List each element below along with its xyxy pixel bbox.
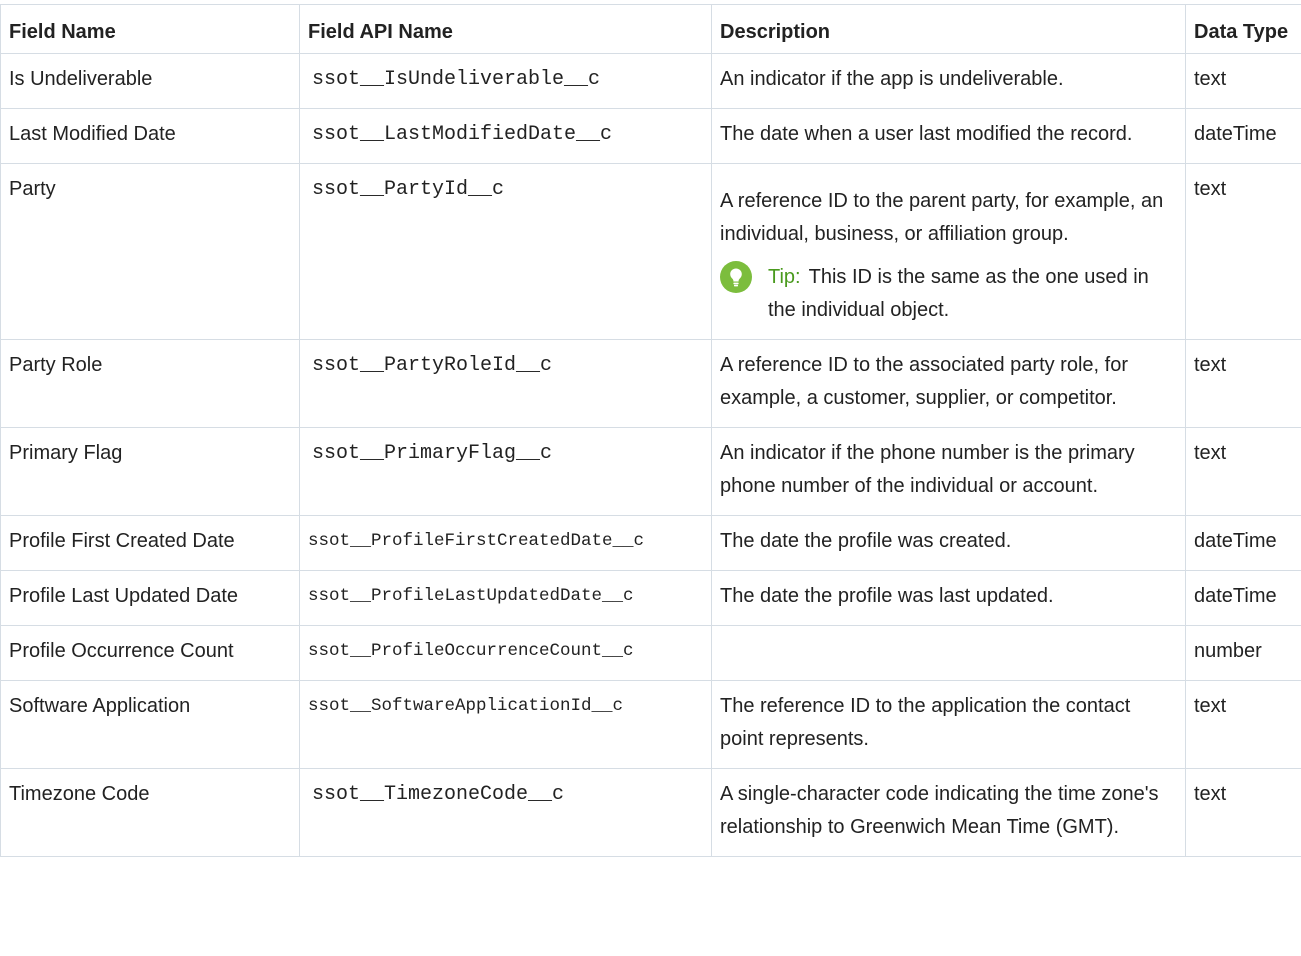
api-name-text: ssot__IsUndeliverable__c [312,68,601,91]
table-row: Is Undeliverable ssot__IsUndeliverable__… [0,53,1301,109]
description-text: A reference ID to the parent party, for … [720,190,1164,245]
table-row: Timezone Code ssot__TimezoneCode__c A si… [0,768,1301,857]
tip-label: Tip: [768,266,801,288]
table-row: Profile Occurrence Count ssot__ProfileOc… [0,625,1301,681]
api-name-cell: ssot__IsUndeliverable__c [299,53,712,109]
lightbulb-icon [720,261,752,293]
document-body: Field Name Field API Name Description Da… [0,0,1301,857]
api-name-cell: ssot__PrimaryFlag__c [299,427,712,516]
table-header-row: Field Name Field API Name Description Da… [0,4,1301,54]
table-row: Party Role ssot__PartyRoleId__c A refere… [0,339,1301,428]
api-name-text: ssot__PrimaryFlag__c [312,442,553,465]
api-name-text: ssot__LastModifiedDate__c [312,123,613,146]
table-row: Party ssot__PartyId__c A reference ID to… [0,163,1301,340]
description-cell: The reference ID to the application the … [711,680,1186,769]
api-name-text: ssot__ProfileOccurrenceCount__c [308,641,634,661]
api-name-text: ssot__SoftwareApplicationId__c [308,696,624,716]
field-name-cell: Last Modified Date [0,108,300,164]
data-type-cell: text [1185,427,1301,516]
data-type-cell: dateTime [1185,108,1301,164]
description-cell: An indicator if the phone number is the … [711,427,1186,516]
data-type-cell: text [1185,680,1301,769]
field-name-cell: Party [0,163,300,340]
api-name-cell: ssot__LastModifiedDate__c [299,108,712,164]
api-name-text: ssot__ProfileLastUpdatedDate__c [308,586,634,606]
data-type-cell: dateTime [1185,515,1301,571]
data-type-cell: text [1185,53,1301,109]
api-name-text: ssot__PartyId__c [312,178,505,201]
api-name-cell: ssot__SoftwareApplicationId__c [299,680,712,769]
description-cell: An indicator if the app is undeliverable… [711,53,1186,109]
api-name-cell: ssot__ProfileFirstCreatedDate__c [299,515,712,571]
api-name-cell: ssot__ProfileLastUpdatedDate__c [299,570,712,626]
data-type-cell: text [1185,163,1301,340]
description-cell: A reference ID to the associated party r… [711,339,1186,428]
table-row: Software Application ssot__SoftwareAppli… [0,680,1301,769]
description-cell: The date the profile was last updated. [711,570,1186,626]
description-cell: The date the profile was created. [711,515,1186,571]
data-type-cell: dateTime [1185,570,1301,626]
description-cell [711,625,1186,681]
field-name-cell: Timezone Code [0,768,300,857]
table-row: Profile Last Updated Date ssot__ProfileL… [0,570,1301,626]
description-cell: The date when a user last modified the r… [711,108,1186,164]
data-type-cell: text [1185,768,1301,857]
description-cell: A reference ID to the parent party, for … [711,163,1186,340]
header-description: Description [711,4,1186,54]
header-data-type: Data Type [1185,4,1301,54]
field-name-cell: Profile Last Updated Date [0,570,300,626]
api-name-cell: ssot__PartyId__c [299,163,712,340]
api-name-text: ssot__PartyRoleId__c [312,354,553,377]
api-name-cell: ssot__PartyRoleId__c [299,339,712,428]
api-name-cell: ssot__ProfileOccurrenceCount__c [299,625,712,681]
tip-note: Tip: This ID is the same as the one used … [720,261,1177,327]
data-type-cell: number [1185,625,1301,681]
api-name-text: ssot__ProfileFirstCreatedDate__c [308,531,645,551]
table-row: Last Modified Date ssot__LastModifiedDat… [0,108,1301,164]
api-name-text: ssot__TimezoneCode__c [312,783,565,806]
tip-text: This ID is the same as the one used in t… [768,266,1149,321]
table-row: Primary Flag ssot__PrimaryFlag__c An ind… [0,427,1301,516]
header-field-name: Field Name [0,4,300,54]
field-name-cell: Profile First Created Date [0,515,300,571]
tip-body: Tip: This ID is the same as the one used … [768,261,1177,327]
field-name-cell: Party Role [0,339,300,428]
description-cell: A single-character code indicating the t… [711,768,1186,857]
header-field-api-name: Field API Name [299,4,712,54]
field-name-cell: Is Undeliverable [0,53,300,109]
api-name-cell: ssot__TimezoneCode__c [299,768,712,857]
data-type-cell: text [1185,339,1301,428]
table-row: Profile First Created Date ssot__Profile… [0,515,1301,571]
field-name-cell: Profile Occurrence Count [0,625,300,681]
field-reference-table: Field Name Field API Name Description Da… [0,4,1301,857]
field-name-cell: Primary Flag [0,427,300,516]
field-name-cell: Software Application [0,680,300,769]
